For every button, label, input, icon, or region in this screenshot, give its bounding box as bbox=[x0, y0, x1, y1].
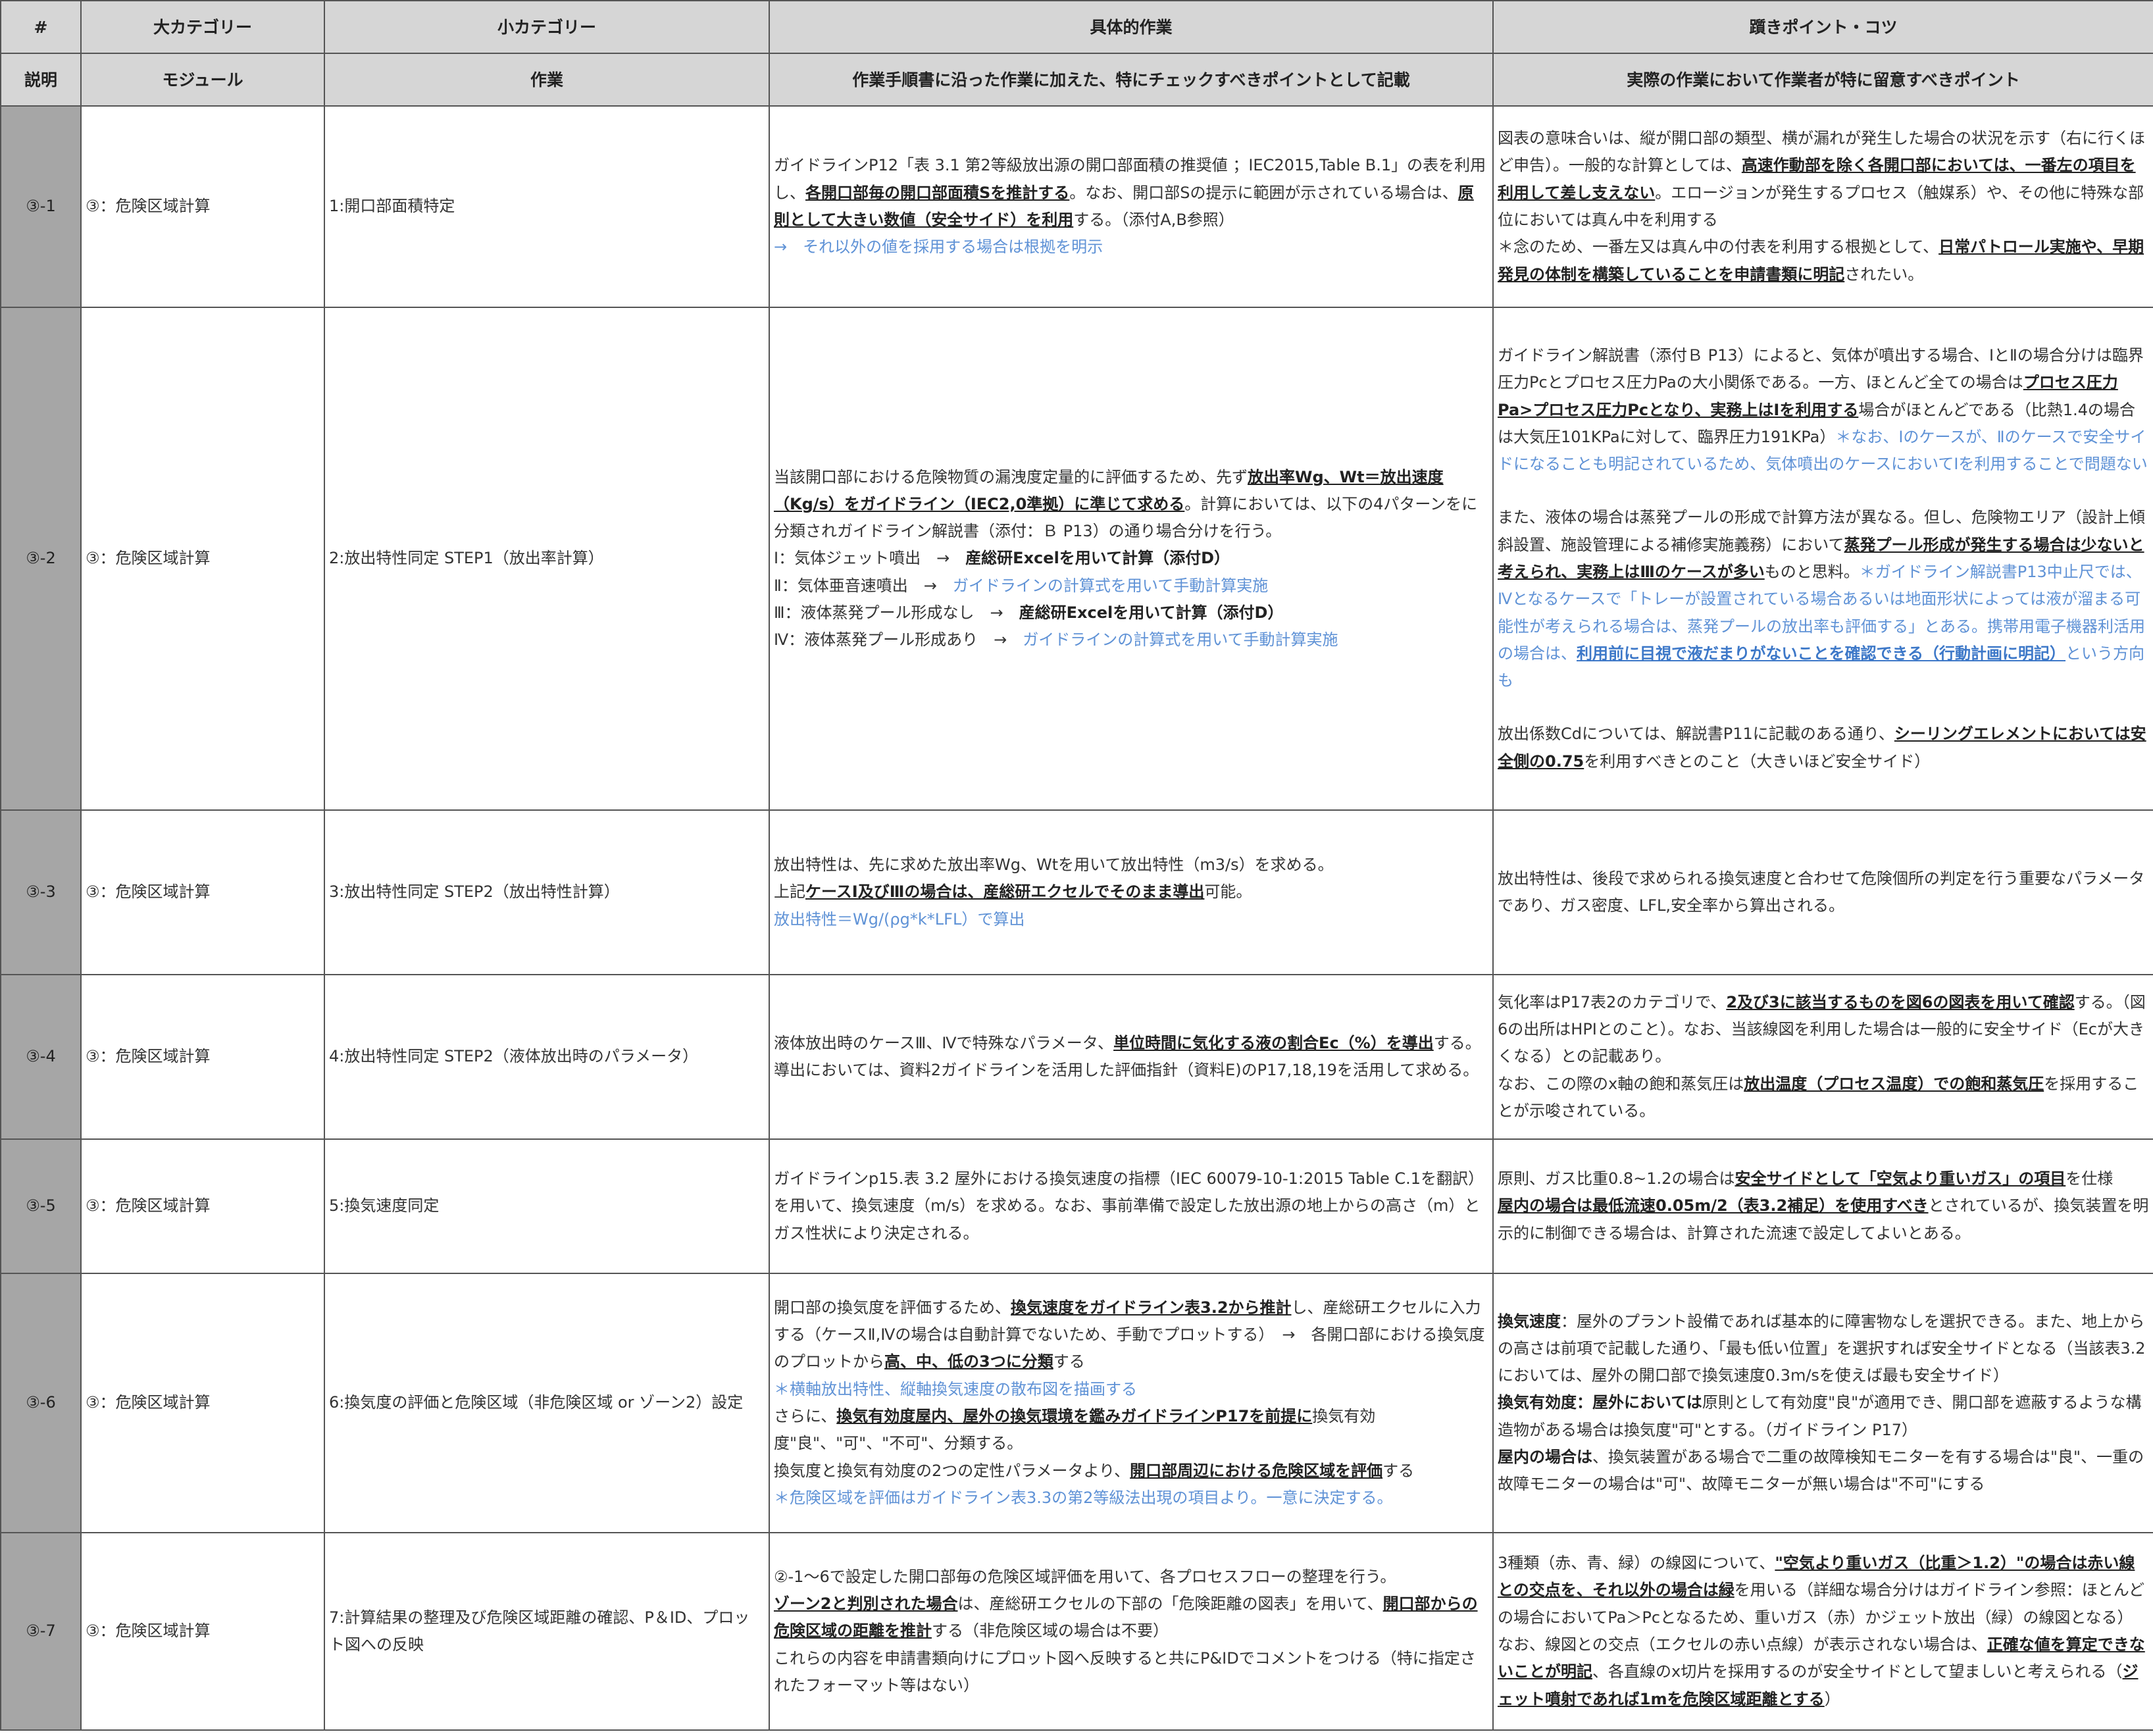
table-row: ③-6 ③：危険区域計算 6:換気度の評価と危険区域（非危険区域 or ゾーン2… bbox=[0, 1273, 2153, 1533]
row-module: ③：危険区域計算 bbox=[80, 307, 325, 811]
table-row: ③-5 ③：危険区域計算 5:換気速度同定 ガイドラインp15.表 3.2 屋外… bbox=[0, 1138, 2153, 1274]
row-module: ③：危険区域計算 bbox=[80, 974, 325, 1140]
row-tips: 放出特性は、後段で求められる換気速度と合わせて危険個所の判定を行う重要なパラメー… bbox=[1492, 809, 2153, 975]
table-row: ③-7 ③：危険区域計算 7:計算結果の整理及び危険区域距離の確認、P＆ID、プ… bbox=[0, 1532, 2153, 1731]
row-task: 6:換気度の評価と危険区域（非危険区域 or ゾーン2）設定 bbox=[324, 1273, 770, 1533]
row-number: ③-6 bbox=[0, 1273, 82, 1533]
table-row: ③-4 ③：危険区域計算 4:放出特性同定 STEP2（液体放出時のパラメータ）… bbox=[0, 974, 2153, 1140]
row-task: 1:開口部面積特定 bbox=[324, 105, 770, 308]
row-task: 3:放出特性同定 STEP2（放出特性計算） bbox=[324, 809, 770, 975]
row-module: ③：危険区域計算 bbox=[80, 809, 325, 975]
row-task: 4:放出特性同定 STEP2（液体放出時のパラメータ） bbox=[324, 974, 770, 1140]
row-tips: 図表の意味合いは、縦が開口部の類型、横が漏れが発生した場合の状況を示す（右に行く… bbox=[1492, 105, 2153, 308]
subheader-work: 作業手順書に沿った作業に加えた、特にチェックすべきポイントとして記載 bbox=[769, 53, 1494, 107]
row-work: 開口部の換気度を評価するため、換気速度をガイドライン表3.2から推計し、産総研エ… bbox=[769, 1273, 1494, 1533]
row-work: ②-1～6で設定した開口部毎の危険区域評価を用いて、各プロセスフローの整理を行う… bbox=[769, 1532, 1494, 1731]
table-row: ③-3 ③：危険区域計算 3:放出特性同定 STEP2（放出特性計算） 放出特性… bbox=[0, 809, 2153, 975]
row-task: 7:計算結果の整理及び危険区域距離の確認、P＆ID、プロット図への反映 bbox=[324, 1532, 770, 1731]
row-work: ガイドラインp15.表 3.2 屋外における換気速度の指標（IEC 60079-… bbox=[769, 1138, 1494, 1274]
row-tips: 3種類（赤、青、緑）の線図について、"空気より重いガス（比重＞1.2）"の場合は… bbox=[1492, 1532, 2153, 1731]
row-number: ③-4 bbox=[0, 974, 82, 1140]
row-tips: 原則、ガス比重0.8~1.2の場合は安全サイドとして「空気より重いガス」の項目を… bbox=[1492, 1138, 2153, 1274]
row-work: 放出特性は、先に求めた放出率Wg、Wtを用いて放出特性（m3/s）を求める。 上… bbox=[769, 809, 1494, 975]
table-row: ③-2 ③：危険区域計算 2:放出特性同定 STEP1（放出率計算） 当該開口部… bbox=[0, 307, 2153, 811]
row-work: 当該開口部における危険物質の漏洩度定量的に評価するため、先ず放出率Wg、Wt＝放… bbox=[769, 307, 1494, 811]
header-row: # 大カテゴリー 小カテゴリー 具体的作業 躓きポイント・コツ bbox=[0, 0, 2153, 54]
table-row: ③-1 ③：危険区域計算 1:開口部面積特定 ガイドラインP12「表 3.1 第… bbox=[0, 105, 2153, 308]
subheader-module: モジュール bbox=[80, 53, 325, 107]
row-work: ガイドラインP12「表 3.1 第2等級放出源の開口部面積の推奨値 ；IEC20… bbox=[769, 105, 1494, 308]
subheader-task: 作業 bbox=[324, 53, 770, 107]
row-number: ③-1 bbox=[0, 105, 82, 308]
row-number: ③-5 bbox=[0, 1138, 82, 1274]
header-num: # bbox=[0, 0, 82, 54]
row-module: ③：危険区域計算 bbox=[80, 1273, 325, 1533]
row-task: 2:放出特性同定 STEP1（放出率計算） bbox=[324, 307, 770, 811]
header-tips: 躓きポイント・コツ bbox=[1492, 0, 2153, 54]
subheader-num: 説明 bbox=[0, 53, 82, 107]
row-tips: 気化率はP17表2のカテゴリで、2及び3に該当するものを図6の図表を用いて確認す… bbox=[1492, 974, 2153, 1140]
row-module: ③：危険区域計算 bbox=[80, 1532, 325, 1731]
subheader-row: 説明 モジュール 作業 作業手順書に沿った作業に加えた、特にチェックすべきポイン… bbox=[0, 53, 2153, 107]
row-number: ③-2 bbox=[0, 307, 82, 811]
row-number: ③-3 bbox=[0, 809, 82, 975]
header-concrete-work: 具体的作業 bbox=[769, 0, 1494, 54]
header-major-category: 大カテゴリー bbox=[80, 0, 325, 54]
row-module: ③：危険区域計算 bbox=[80, 1138, 325, 1274]
subheader-tips: 実際の作業において作業者が特に留意すべきポイント bbox=[1492, 53, 2153, 107]
work-table: # 大カテゴリー 小カテゴリー 具体的作業 躓きポイント・コツ 説明 モジュール… bbox=[0, 0, 2153, 1731]
row-work: 液体放出時のケースⅢ、Ⅳで特殊なパラメータ、単位時間に気化する液の割合Ec（%）… bbox=[769, 974, 1494, 1140]
row-module: ③：危険区域計算 bbox=[80, 105, 325, 308]
header-minor-category: 小カテゴリー bbox=[324, 0, 770, 54]
row-number: ③-7 bbox=[0, 1532, 82, 1731]
row-tips: ガイドライン解説書（添付Ｂ P13）によると、気体が噴出する場合、ⅠとⅡの場合分… bbox=[1492, 307, 2153, 811]
row-task: 5:換気速度同定 bbox=[324, 1138, 770, 1274]
row-tips: 換気速度：屋外のプラント設備であれば基本的に障害物なしを選択できる。また、地上か… bbox=[1492, 1273, 2153, 1533]
